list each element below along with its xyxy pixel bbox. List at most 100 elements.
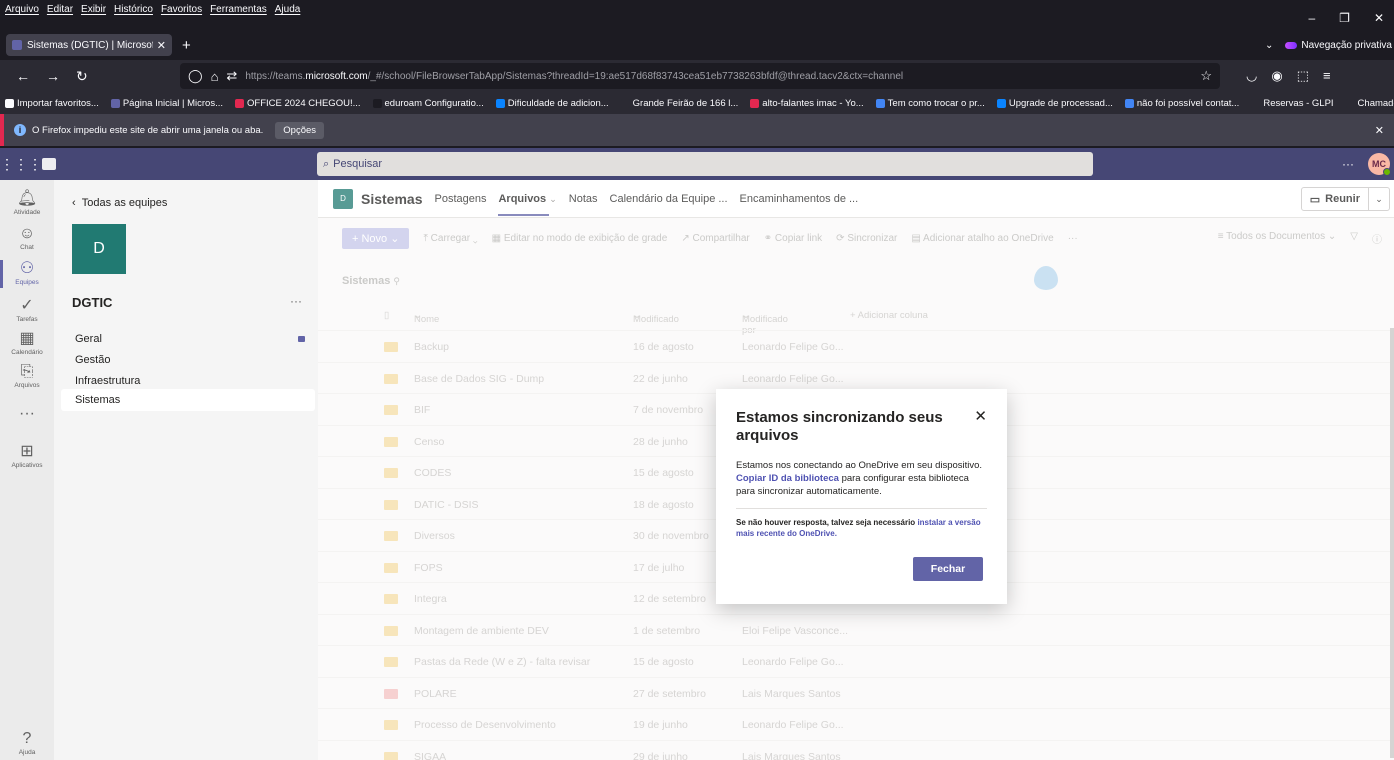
menu-exibir[interactable]: Exibir — [81, 4, 106, 15]
bookmark-item[interactable]: Página Inicial | Micros... — [110, 97, 223, 109]
lock-icon[interactable]: ⌂ — [211, 69, 219, 84]
close-notification-icon[interactable]: ✕ — [1375, 124, 1384, 137]
nav-right-icons: ◡ ◉ ⬚ ≡ — [1220, 68, 1331, 84]
bookmark-item[interactable]: Dificuldade de adicion... — [495, 98, 609, 109]
bookmark-item[interactable]: Chamados - GLPI — [1345, 97, 1394, 109]
close-dialog-button[interactable]: Fechar — [913, 557, 983, 581]
bookmark-favicon-icon — [875, 98, 885, 108]
pocket-icon[interactable]: ◡ — [1246, 68, 1257, 84]
menu-favoritos[interactable]: Favoritos — [161, 4, 202, 15]
channel-gestao[interactable]: Gestão — [61, 349, 315, 371]
bookmark-item[interactable]: Upgrade de processad... — [996, 97, 1113, 109]
files-icon: ⎘ — [20, 363, 34, 380]
rail-item-teams[interactable]: ⚇ Equipes — [0, 260, 54, 288]
copy-library-id-link[interactable]: Copiar ID da biblioteca — [736, 473, 839, 484]
bookmark-favicon-icon — [495, 98, 505, 108]
shield-icon[interactable]: ◯ — [188, 68, 203, 84]
bookmark-label: OFFICE 2024 CHEGOU!... — [247, 97, 361, 109]
bookmark-label: Página Inicial | Micros... — [122, 97, 223, 109]
menu-historico[interactable]: Histórico — [114, 4, 153, 15]
rail-item-chat[interactable]: ☺ Chat — [0, 225, 54, 251]
rail-item-apps[interactable]: ⊞ Aplicativos — [0, 443, 54, 469]
teams-logo-icon — [42, 158, 56, 170]
channel-sistemas[interactable]: Sistemas — [61, 389, 315, 411]
more-options-icon[interactable]: ··· — [1342, 157, 1354, 171]
bell-icon: 🔔︎ — [16, 190, 38, 207]
bookmark-favicon-icon — [1124, 98, 1134, 108]
dialog-title: Estamos sincronizando seus arquivos — [736, 409, 943, 444]
close-window-icon[interactable]: ✕ — [1374, 11, 1384, 25]
bookmark-favicon-icon — [235, 98, 244, 108]
bookmark-label: Chamados - GLPI — [1357, 97, 1394, 109]
rail-item-calendar[interactable]: ▦ Calendário — [0, 330, 54, 356]
permissions-icon[interactable]: ⇄ — [226, 68, 237, 84]
dialog-close-icon[interactable]: ✕ — [974, 407, 987, 425]
dialog-body-text-1: Estamos nos conectando ao OneDrive em se… — [736, 460, 983, 471]
url-path: /_#/school/FileBrowserTabApp/Sistemas?th… — [367, 70, 904, 82]
list-tabs-icon[interactable]: ⌄ — [1265, 40, 1273, 51]
team-name: DGTIC — [72, 295, 113, 310]
browser-tab[interactable]: Sistemas (DGTIC) | Microsoft Te ✕ — [6, 34, 172, 56]
bookmark-favicon-icon — [1345, 98, 1355, 108]
nav-buttons: ← → ↻ — [0, 68, 180, 85]
new-tab-icon[interactable]: + — [182, 37, 191, 54]
bookmark-item[interactable]: eduroam Configuratio... — [372, 98, 484, 109]
avatar[interactable]: MC — [1368, 153, 1391, 176]
menu-arquivo[interactable]: Arquivo — [5, 4, 39, 15]
tabbar-right: ⌄ Navegação privativa — [1265, 40, 1394, 51]
menu-list: Arquivo Editar Exibir Histórico Favorito… — [0, 0, 300, 15]
bookmark-item[interactable]: Tem como trocar o pr... — [875, 98, 985, 109]
bookmark-item[interactable]: OFFICE 2024 CHEGOU!... — [235, 98, 361, 109]
search-input[interactable]: ⌕ Pesquisar — [317, 152, 1093, 176]
app-launcher-icon[interactable]: ⋮⋮⋮ — [0, 156, 42, 173]
back-label: Todas as equipes — [81, 197, 168, 209]
menu-ajuda[interactable]: Ajuda — [275, 4, 301, 15]
bookmark-item[interactable]: Importar favoritos... — [5, 98, 99, 109]
rail-label: Calendário — [11, 349, 43, 356]
url-domain: microsoft.com — [305, 70, 368, 82]
restore-icon[interactable]: ❐ — [1339, 11, 1350, 25]
forward-arrow-icon[interactable]: → — [46, 68, 60, 85]
bookmark-label: Reservas - GLPI — [1263, 97, 1334, 109]
bookmark-favicon-icon — [110, 98, 120, 108]
bookmark-label: Upgrade de processad... — [1008, 97, 1113, 109]
bookmark-item[interactable]: alto-falantes imac - Yo... — [750, 98, 864, 109]
rail-label: Atividade — [13, 209, 41, 216]
rail-label: Chat — [20, 244, 34, 251]
channel-geral[interactable]: Geral — [61, 328, 315, 350]
team-more-icon[interactable]: ··· — [290, 294, 302, 308]
account-icon[interactable]: ◉ — [1271, 68, 1282, 84]
app-rail: 🔔︎ Atividade ☺ Chat ⚇ Equipes ✓ Tarefas ▦ Calendá… — [0, 180, 54, 760]
minimize-icon[interactable]: – — [1308, 11, 1315, 25]
menu-ferramentas[interactable]: Ferramentas — [210, 4, 267, 15]
channel-label: Geral — [75, 333, 102, 345]
hamburger-menu-icon[interactable]: ≡ — [1323, 68, 1331, 84]
search-icon: ⌕ — [323, 157, 330, 170]
bookmark-star-icon[interactable]: ☆ — [1200, 68, 1212, 84]
extensions-icon[interactable]: ⬚ — [1297, 68, 1309, 84]
url-text[interactable]: https://teams.microsoft.com/_#/school/Fi… — [245, 71, 903, 82]
reload-icon[interactable]: ↻ — [76, 68, 88, 85]
menu-editar[interactable]: Editar — [47, 4, 73, 15]
bookmark-item[interactable]: não foi possível contat... — [1124, 98, 1239, 109]
teams-icon: ⚇ — [19, 260, 35, 277]
browser-menubar: Arquivo Editar Exibir Histórico Favorito… — [0, 0, 1394, 32]
close-tab-icon[interactable]: ✕ — [157, 39, 166, 52]
video-meeting-icon — [298, 336, 305, 342]
options-button[interactable]: Opções — [275, 121, 325, 139]
url-bar[interactable]: ◯ ⌂ ⇄ https://teams.microsoft.com/_#/sch… — [180, 63, 1220, 89]
presence-status-icon — [1383, 168, 1391, 176]
rail-item-help[interactable]: ? Ajuda — [0, 730, 54, 756]
rail-item-bell[interactable]: 🔔︎ Atividade — [0, 190, 54, 216]
channel-label: Infraestrutura — [75, 375, 141, 387]
bookmark-item[interactable]: Reservas - GLPI — [1251, 97, 1334, 109]
rail-item-files[interactable]: ⎘ Arquivos — [0, 363, 54, 389]
teams-favicon-icon — [12, 40, 22, 50]
bookmark-favicon-icon — [1251, 98, 1261, 108]
back-arrow-icon[interactable]: ← — [16, 68, 30, 85]
rail-item-more[interactable]: ··· — [0, 405, 54, 423]
dialog-body: Estamos nos conectando ao OneDrive em se… — [736, 459, 987, 498]
rail-item-tasks[interactable]: ✓ Tarefas — [0, 297, 54, 323]
bookmark-item[interactable]: Grande Feirão de 166 l... — [620, 98, 738, 109]
all-teams-back-link[interactable]: ‹ Todas as equipes — [72, 197, 167, 209]
